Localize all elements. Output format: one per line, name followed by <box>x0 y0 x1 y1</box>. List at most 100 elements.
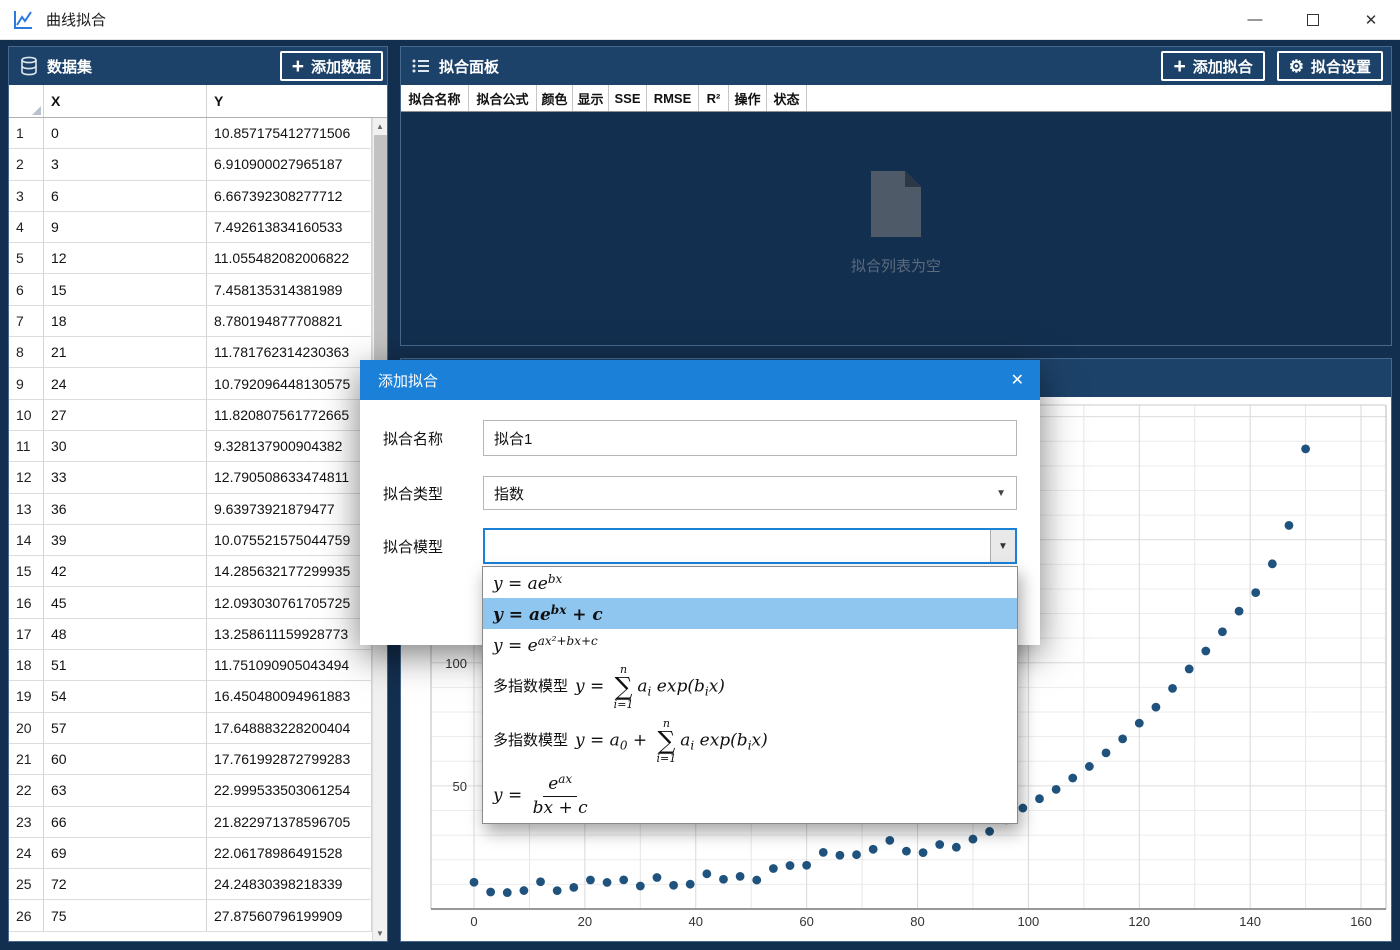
y-value-cell[interactable]: 7.492613834160533 <box>207 212 372 242</box>
model-option[interactable]: y = aebx <box>483 567 1017 598</box>
row-number-cell[interactable]: 20 <box>9 713 44 743</box>
row-number-cell[interactable]: 3 <box>9 181 44 211</box>
x-value-cell[interactable]: 63 <box>44 775 207 805</box>
fit-column-header[interactable]: 操作 <box>729 85 767 111</box>
scroll-up-icon[interactable]: ▲ <box>373 118 387 134</box>
x-value-cell[interactable]: 75 <box>44 900 207 930</box>
row-number-cell[interactable]: 10 <box>9 400 44 430</box>
y-value-cell[interactable]: 10.857175412771506 <box>207 118 372 148</box>
row-number-cell[interactable]: 19 <box>9 681 44 711</box>
fit-type-select[interactable]: 指数 ▼ <box>483 476 1017 510</box>
x-value-cell[interactable]: 30 <box>44 431 207 461</box>
fit-column-header[interactable]: SSE <box>609 85 647 111</box>
model-option[interactable]: 多指数模型y = a0 + n∑i=1ai exp(bix) <box>483 714 1017 768</box>
x-value-cell[interactable]: 21 <box>44 337 207 367</box>
model-option[interactable]: 多指数模型y = n∑i=1ai exp(bix) <box>483 660 1017 714</box>
x-value-cell[interactable]: 27 <box>44 400 207 430</box>
row-number-cell[interactable]: 12 <box>9 462 44 492</box>
y-value-cell[interactable]: 6.667392308277712 <box>207 181 372 211</box>
row-number-cell[interactable]: 16 <box>9 587 44 617</box>
row-number-cell[interactable]: 24 <box>9 838 44 868</box>
x-value-cell[interactable]: 3 <box>44 149 207 179</box>
x-value-cell[interactable]: 9 <box>44 212 207 242</box>
x-value-cell[interactable]: 15 <box>44 274 207 304</box>
y-value-cell[interactable]: 27.87560796199909 <box>207 900 372 930</box>
dialog-header[interactable]: 添加拟合 ✕ <box>360 360 1040 400</box>
row-number-cell[interactable]: 6 <box>9 274 44 304</box>
row-number-cell[interactable]: 21 <box>9 744 44 774</box>
row-number-cell[interactable]: 26 <box>9 900 44 930</box>
x-value-cell[interactable]: 69 <box>44 838 207 868</box>
y-value-cell[interactable]: 13.258611159928773 <box>207 619 372 649</box>
row-number-cell[interactable]: 23 <box>9 807 44 837</box>
y-value-cell[interactable]: 12.790508633474811 <box>207 462 372 492</box>
y-value-cell[interactable]: 6.910900027965187 <box>207 149 372 179</box>
fit-settings-button[interactable]: ⚙ 拟合设置 <box>1277 51 1383 81</box>
x-value-cell[interactable]: 6 <box>44 181 207 211</box>
dialog-close-button[interactable]: ✕ <box>1011 370 1024 390</box>
fit-name-input[interactable] <box>483 420 1017 456</box>
x-value-cell[interactable]: 66 <box>44 807 207 837</box>
y-value-cell[interactable]: 11.055482082006822 <box>207 243 372 273</box>
y-value-cell[interactable]: 10.075521575044759 <box>207 525 372 555</box>
row-number-cell[interactable]: 8 <box>9 337 44 367</box>
row-number-cell[interactable]: 22 <box>9 775 44 805</box>
y-value-cell[interactable]: 11.820807561772665 <box>207 400 372 430</box>
add-fit-button[interactable]: + 添加拟合 <box>1161 51 1264 81</box>
x-value-cell[interactable]: 54 <box>44 681 207 711</box>
x-value-cell[interactable]: 39 <box>44 525 207 555</box>
y-value-cell[interactable]: 9.63973921879477 <box>207 494 372 524</box>
x-value-cell[interactable]: 12 <box>44 243 207 273</box>
row-number-cell[interactable]: 2 <box>9 149 44 179</box>
fit-column-header[interactable]: 状态 <box>767 85 807 111</box>
x-value-cell[interactable]: 33 <box>44 462 207 492</box>
y-value-cell[interactable]: 10.792096448130575 <box>207 368 372 398</box>
fit-column-header[interactable]: 显示 <box>573 85 609 111</box>
dropdown-arrow-button[interactable]: ▼ <box>990 530 1015 562</box>
x-value-cell[interactable]: 72 <box>44 869 207 899</box>
x-value-cell[interactable]: 36 <box>44 494 207 524</box>
x-value-cell[interactable]: 57 <box>44 713 207 743</box>
x-value-cell[interactable]: 18 <box>44 306 207 336</box>
column-header-x[interactable]: X <box>44 85 207 117</box>
y-value-cell[interactable]: 14.285632177299935 <box>207 556 372 586</box>
y-value-cell[interactable]: 7.458135314381989 <box>207 274 372 304</box>
model-option[interactable]: y = aebx + c <box>483 598 1017 629</box>
fit-column-header[interactable]: 拟合名称 <box>401 85 469 111</box>
row-number-cell[interactable]: 14 <box>9 525 44 555</box>
x-value-cell[interactable]: 51 <box>44 650 207 680</box>
fit-column-header[interactable]: 拟合公式 <box>469 85 537 111</box>
minimize-button[interactable]: — <box>1226 0 1284 39</box>
row-number-cell[interactable]: 9 <box>9 368 44 398</box>
scroll-down-icon[interactable]: ▼ <box>373 925 387 941</box>
row-number-cell[interactable]: 17 <box>9 619 44 649</box>
column-header-y[interactable]: Y <box>207 85 387 117</box>
row-number-cell[interactable]: 15 <box>9 556 44 586</box>
x-value-cell[interactable]: 48 <box>44 619 207 649</box>
row-number-cell[interactable]: 1 <box>9 118 44 148</box>
row-number-cell[interactable]: 18 <box>9 650 44 680</box>
y-value-cell[interactable]: 12.093030761705725 <box>207 587 372 617</box>
y-value-cell[interactable]: 22.06178986491528 <box>207 838 372 868</box>
row-number-cell[interactable]: 25 <box>9 869 44 899</box>
row-number-cell[interactable]: 7 <box>9 306 44 336</box>
y-value-cell[interactable]: 24.24830398218339 <box>207 869 372 899</box>
maximize-button[interactable] <box>1284 0 1342 39</box>
y-value-cell[interactable]: 17.761992872799283 <box>207 744 372 774</box>
x-value-cell[interactable]: 0 <box>44 118 207 148</box>
fit-column-header[interactable]: RMSE <box>647 85 699 111</box>
row-number-cell[interactable]: 5 <box>9 243 44 273</box>
y-value-cell[interactable]: 9.328137900904382 <box>207 431 372 461</box>
y-value-cell[interactable]: 11.781762314230363 <box>207 337 372 367</box>
fit-column-header[interactable]: 颜色 <box>537 85 573 111</box>
x-value-cell[interactable]: 45 <box>44 587 207 617</box>
y-value-cell[interactable]: 11.751090905043494 <box>207 650 372 680</box>
close-button[interactable]: ✕ <box>1342 0 1400 39</box>
y-value-cell[interactable]: 8.780194877708821 <box>207 306 372 336</box>
y-value-cell[interactable]: 22.999533503061254 <box>207 775 372 805</box>
y-value-cell[interactable]: 21.822971378596705 <box>207 807 372 837</box>
fit-model-select[interactable]: ▼ <box>483 528 1017 564</box>
y-value-cell[interactable]: 16.450480094961883 <box>207 681 372 711</box>
row-number-cell[interactable]: 13 <box>9 494 44 524</box>
row-number-cell[interactable]: 11 <box>9 431 44 461</box>
